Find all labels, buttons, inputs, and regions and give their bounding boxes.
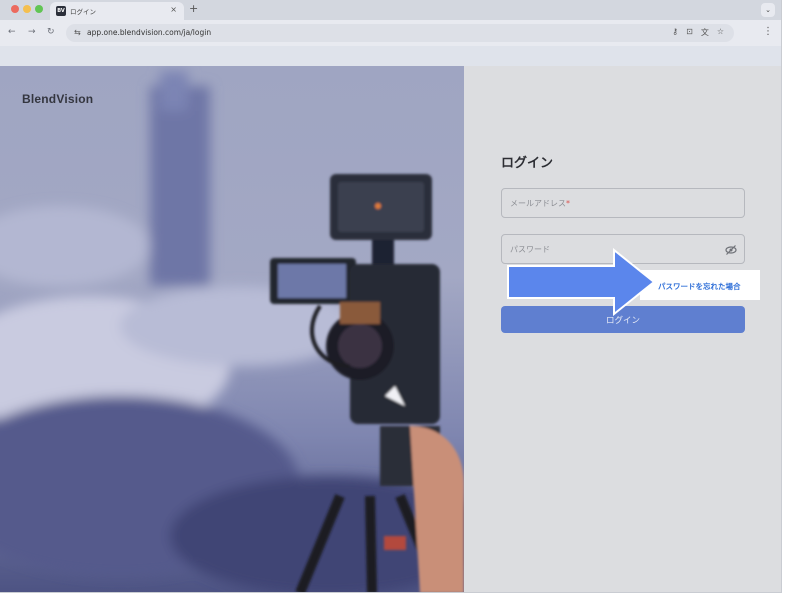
blendvision-logo: BlendVision: [22, 92, 94, 106]
key-icon[interactable]: ⚷: [672, 27, 678, 38]
minimize-window-button[interactable]: [23, 5, 31, 13]
hero-image: BlendVision: [0, 66, 464, 592]
close-tab-icon[interactable]: ×: [170, 5, 177, 14]
site-info-icon[interactable]: ⇆: [74, 28, 81, 37]
close-window-button[interactable]: [11, 5, 19, 13]
browser-window: BV ログイン × + ⌄ ← → ↻ ⇆ app.one.blendvisio…: [0, 0, 782, 593]
new-tab-button[interactable]: +: [189, 2, 198, 15]
email-field-label: メールアドレス*: [510, 199, 570, 208]
camera-photo-illustration: [0, 71, 464, 592]
forgot-password-highlight: パスワードを忘れた場合: [640, 270, 760, 300]
eye-off-icon[interactable]: [725, 244, 737, 256]
address-bar[interactable]: ⇆ app.one.blendvision.com/ja/login ⚷ ⊡ 文…: [66, 24, 734, 42]
forgot-password-link[interactable]: パスワードを忘れた場合: [658, 281, 741, 292]
url-text[interactable]: app.one.blendvision.com/ja/login: [87, 28, 211, 37]
browser-toolbar: ← → ↻ ⇆ app.one.blendvision.com/ja/login…: [0, 20, 781, 46]
star-icon[interactable]: ☆: [717, 27, 724, 38]
page-title: ログイン: [501, 156, 554, 171]
cast-icon[interactable]: ⊡: [686, 27, 693, 38]
annotation-arrow-icon: [507, 248, 656, 316]
browser-menu-icon[interactable]: ⋮: [763, 26, 773, 37]
tab-login[interactable]: BV ログイン ×: [50, 2, 184, 20]
maximize-window-button[interactable]: [35, 5, 43, 13]
back-button[interactable]: ←: [8, 27, 16, 37]
required-mark: *: [566, 199, 570, 208]
login-page: BlendVision ログイン メールアドレス* パスワード パスワードを忘れ…: [0, 66, 781, 592]
translate-icon[interactable]: 文: [701, 27, 709, 38]
forward-button[interactable]: →: [28, 27, 36, 37]
tab-search-button[interactable]: ⌄: [761, 3, 775, 17]
reload-button[interactable]: ↻: [47, 27, 55, 37]
login-form-panel: ログイン メールアドレス* パスワード パスワードを忘れた場合 ログイン: [464, 66, 781, 592]
email-field[interactable]: メールアドレス*: [501, 188, 745, 218]
tab-title: ログイン: [70, 8, 96, 16]
tab-strip: BV ログイン × + ⌄: [0, 0, 781, 20]
favicon-icon: BV: [56, 6, 66, 16]
